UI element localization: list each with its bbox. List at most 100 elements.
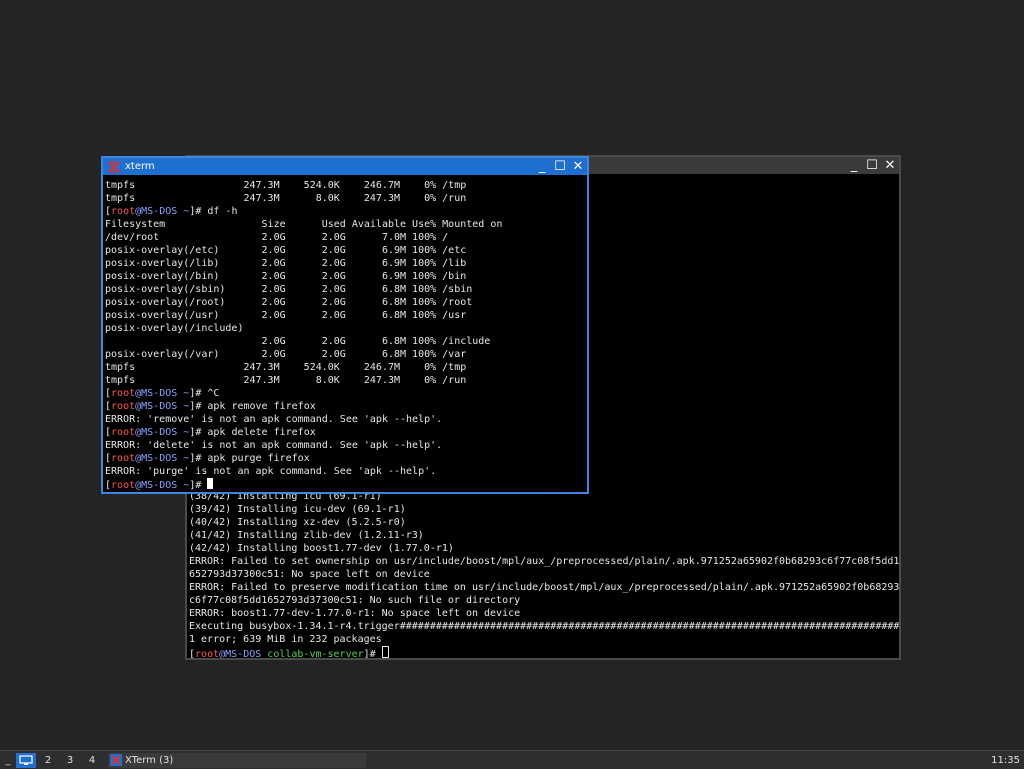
terminal-segment: @MS-DOS ~: [135, 401, 190, 412]
terminal-line: Filesystem Size Used Available Use% Moun…: [105, 218, 502, 231]
terminal-line: ERROR: 'remove' is not an apk command. S…: [105, 413, 502, 426]
terminal-line: [root@MS-DOS ~]# apk remove firefox: [105, 400, 502, 413]
terminal-line: posix-overlay(/bin) 2.0G 2.0G 6.9M 100% …: [105, 270, 502, 283]
xterm-window[interactable]: xterm _ ☐ ✕ tmpfs 247.3M 524.0K 246.7M 0…: [101, 156, 589, 494]
terminal-line: 652793d37300c51: No space left on device: [189, 568, 899, 581]
terminal-segment: root: [111, 388, 136, 399]
terminal-segment: ]# df -h: [189, 206, 238, 217]
terminal-segment: posix-overlay(/bin) 2.0G 2.0G 6.9M 100% …: [105, 271, 467, 282]
terminal-segment: tmpfs 247.3M 8.0K 247.3M 0% /run: [105, 193, 467, 204]
terminal-segment: root: [111, 401, 136, 412]
workspace-switcher: 234: [16, 752, 104, 768]
minimize-button[interactable]: _: [533, 159, 551, 174]
terminal-line: ERROR: Failed to set ownership on usr/in…: [189, 555, 899, 568]
terminal-segment: ERROR: 'purge' is not an apk command. Se…: [105, 466, 437, 477]
terminal-line: posix-overlay(/etc) 2.0G 2.0G 6.9M 100% …: [105, 244, 502, 257]
clock: 11:35: [991, 754, 1020, 766]
minimize-button[interactable]: _: [845, 158, 863, 173]
terminal-segment: root: [111, 427, 136, 438]
terminal-segment: Filesystem Size Used Available Use% Moun…: [105, 219, 503, 230]
terminal-line: tmpfs 247.3M 524.0K 246.7M 0% /tmp: [105, 179, 502, 192]
terminal-segment: ERROR: boost1.77-dev-1.77.0-r1: No space…: [189, 608, 521, 619]
terminal-segment: Executing busybox-1.34.1-r4.trigger#####…: [189, 621, 899, 632]
terminal-line: posix-overlay(/root) 2.0G 2.0G 6.8M 100%…: [105, 296, 502, 309]
terminal-segment: 652793d37300c51: No space left on device: [189, 569, 430, 580]
terminal-segment: 2.0G 2.0G 6.8M 100% /include: [105, 336, 491, 347]
terminal-segment: root: [111, 480, 136, 491]
terminal-segment: root: [195, 649, 220, 658]
terminal-segment: ]# apk purge firefox: [189, 453, 310, 464]
terminal-segment: @MS-DOS ~: [135, 206, 190, 217]
terminal-cursor: [207, 478, 214, 489]
terminal-line: Executing busybox-1.34.1-r4.trigger#####…: [189, 620, 899, 633]
terminal-line: [root@MS-DOS ~]# df -h: [105, 205, 502, 218]
terminal-segment: @MS-DOS ~: [135, 480, 190, 491]
terminal-segment: (42/42) Installing boost1.77-dev (1.77.0…: [189, 543, 454, 554]
monitor-icon: [19, 754, 33, 765]
terminal-line: [root@MS-DOS collab-vm-server]#: [189, 646, 899, 658]
terminal-segment: c6f77c08f5dd1652793d37300c51: No such fi…: [189, 595, 521, 606]
terminal-line: [root@MS-DOS ~]#: [105, 478, 502, 491]
terminal-line: ERROR: 'purge' is not an apk command. Se…: [105, 465, 502, 478]
workspace-4-button[interactable]: 4: [82, 753, 102, 768]
xterm-icon: [107, 159, 121, 174]
terminal-segment: posix-overlay(/include): [105, 323, 244, 334]
terminal-segment: tmpfs 247.3M 524.0K 246.7M 0% /tmp: [105, 362, 467, 373]
terminal-segment: posix-overlay(/etc) 2.0G 2.0G 6.9M 100% …: [105, 245, 467, 256]
terminal-line: ERROR: Failed to preserve modification t…: [189, 581, 899, 594]
terminal-segment: tmpfs 247.3M 8.0K 247.3M 0% /run: [105, 375, 467, 386]
workspace-1-button[interactable]: [16, 752, 36, 768]
window-title: xterm: [125, 161, 155, 172]
terminal-text: tmpfs 247.3M 524.0K 246.7M 0% /tmp tmpfs …: [105, 179, 502, 491]
workspace-3-button[interactable]: 3: [60, 753, 80, 768]
terminal-segment: collab-vm-server: [267, 649, 364, 658]
terminal-segment: (39/42) Installing icu-dev (69.1-r1): [189, 504, 406, 515]
terminal-line: posix-overlay(/usr) 2.0G 2.0G 6.8M 100% …: [105, 309, 502, 322]
taskbar: _ 234 XTerm (3) 11:35: [0, 750, 1024, 769]
terminal-line: tmpfs 247.3M 8.0K 247.3M 0% /run: [105, 192, 502, 205]
terminal-segment: @MS-DOS: [219, 649, 268, 658]
terminal-text: (38/42) Installing icu (69.1-r1) (39/42) …: [189, 490, 899, 658]
terminal-segment: posix-overlay(/sbin) 2.0G 2.0G 6.8M 100%…: [105, 284, 473, 295]
terminal-line: posix-overlay(/include): [105, 322, 502, 335]
terminal-segment: root: [111, 453, 136, 464]
xterm-icon: [110, 754, 122, 766]
terminal-line: posix-overlay(/sbin) 2.0G 2.0G 6.8M 100%…: [105, 283, 502, 296]
maximize-button[interactable]: ☐: [863, 158, 881, 173]
terminal-line: ERROR: boost1.77-dev-1.77.0-r1: No space…: [189, 607, 899, 620]
close-button[interactable]: ✕: [569, 159, 587, 174]
terminal-line: [root@MS-DOS ~]# ^C: [105, 387, 502, 400]
terminal-segment: ERROR: 'remove' is not an apk command. S…: [105, 414, 443, 425]
terminal-line: 2.0G 2.0G 6.8M 100% /include: [105, 335, 502, 348]
terminal-segment: (41/42) Installing zlib-dev (1.2.11-r3): [189, 530, 424, 541]
terminal-line: [root@MS-DOS ~]# apk delete firefox: [105, 426, 502, 439]
terminal-line: (39/42) Installing icu-dev (69.1-r1): [189, 503, 899, 516]
terminal-segment: ERROR: Failed to set ownership on usr/in…: [189, 556, 899, 567]
terminal-segment: @MS-DOS ~: [135, 427, 190, 438]
terminal-line: c6f77c08f5dd1652793d37300c51: No such fi…: [189, 594, 899, 607]
terminal-segment: posix-overlay(/root) 2.0G 2.0G 6.8M 100%…: [105, 297, 473, 308]
terminal-line: tmpfs 247.3M 8.0K 247.3M 0% /run: [105, 374, 502, 387]
window-titlebar[interactable]: xterm _ ☐ ✕: [103, 158, 587, 175]
terminal-segment: ]#: [363, 649, 382, 658]
terminal-line: posix-overlay(/lib) 2.0G 2.0G 6.9M 100% …: [105, 257, 502, 270]
terminal-line: (42/42) Installing boost1.77-dev (1.77.0…: [189, 542, 899, 555]
terminal-cursor: [381, 646, 389, 658]
task-label: XTerm (3): [125, 754, 174, 766]
terminal-output[interactable]: tmpfs 247.3M 524.0K 246.7M 0% /tmp tmpfs …: [103, 175, 587, 492]
terminal-line: posix-overlay(/var) 2.0G 2.0G 6.8M 100% …: [105, 348, 502, 361]
workspace-2-button[interactable]: 2: [38, 753, 58, 768]
terminal-segment: ]# apk delete firefox: [189, 427, 316, 438]
terminal-line: ERROR: 'delete' is not an apk command. S…: [105, 439, 502, 452]
start-menu-button[interactable]: _: [0, 755, 16, 766]
close-button[interactable]: ✕: [881, 158, 899, 173]
terminal-segment: @MS-DOS ~: [135, 388, 190, 399]
terminal-segment: root: [111, 206, 136, 217]
terminal-segment: posix-overlay(/usr) 2.0G 2.0G 6.8M 100% …: [105, 310, 467, 321]
terminal-segment: ]#: [189, 480, 208, 491]
maximize-button[interactable]: ☐: [551, 159, 569, 174]
terminal-segment: @MS-DOS ~: [135, 453, 190, 464]
terminal-segment: tmpfs 247.3M 524.0K 246.7M 0% /tmp: [105, 180, 467, 191]
taskbar-task-xterm[interactable]: XTerm (3): [108, 752, 366, 768]
terminal-segment: posix-overlay(/var) 2.0G 2.0G 6.8M 100% …: [105, 349, 467, 360]
